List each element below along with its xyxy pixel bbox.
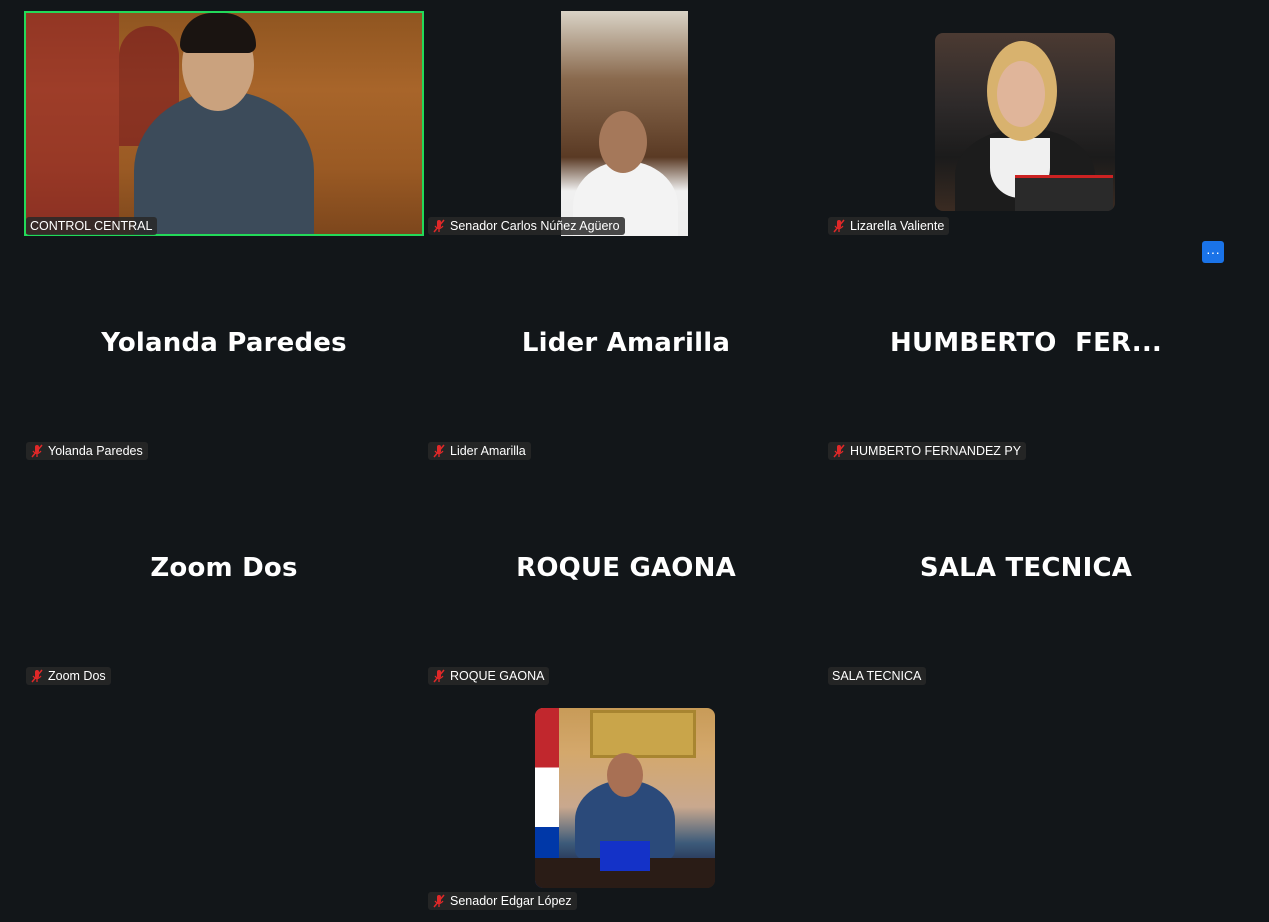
participant-name-label: Lizarella Valiente [828, 217, 950, 235]
muted-microphone-icon [433, 669, 445, 683]
muted-microphone-icon [833, 219, 845, 233]
participant-video [24, 11, 424, 236]
participant-display-name: Lider Amarilla [521, 328, 731, 358]
participant-name-label: Yolanda Paredes [26, 442, 148, 460]
participant-name-label: SALA TECNICA [828, 667, 927, 685]
participant-video [935, 33, 1115, 211]
participant-name-label: CONTROL CENTRAL [26, 217, 158, 235]
video-tile-edgar-lopez[interactable]: Senador Edgar López [426, 686, 826, 911]
video-tile-yolanda-paredes[interactable]: Yolanda Paredes Yolanda Paredes [24, 236, 424, 461]
participant-video [561, 11, 688, 236]
participant-video [535, 708, 715, 888]
participant-display-name: ROQUE GAONA [516, 553, 736, 583]
desk-nameplate [1015, 175, 1113, 211]
video-tile-sala-tecnica[interactable]: SALA TECNICA SALA TECNICA [826, 461, 1226, 686]
video-tile-zoom-dos[interactable]: Zoom Dos Zoom Dos [24, 461, 424, 686]
participant-figure [134, 91, 314, 236]
muted-microphone-icon [31, 669, 43, 683]
muted-microphone-icon [433, 444, 445, 458]
video-tile-humberto-fernandez[interactable]: HUMBERTO FER... HUMBERTO FERNANDEZ PY [826, 236, 1226, 461]
muted-microphone-icon [433, 219, 445, 233]
participant-display-name: Yolanda Paredes [101, 328, 347, 358]
participant-hair [180, 13, 256, 53]
participant-head [607, 753, 643, 797]
participant-name-label: Senador Carlos Núñez Agüero [428, 217, 625, 235]
participant-head [997, 61, 1045, 127]
framed-painting [590, 710, 696, 758]
muted-microphone-icon [433, 894, 445, 908]
desk-nameplate [600, 841, 650, 871]
video-tile-lizarella-valiente[interactable]: Lizarella Valiente [826, 11, 1226, 236]
chair-backdrop [24, 11, 119, 236]
video-tile-carlos-nunez[interactable]: Senador Carlos Núñez Agüero [426, 11, 826, 236]
video-tile-roque-gaona[interactable]: ROQUE GAONA ROQUE GAONA [426, 461, 826, 686]
participant-name-label: Lider Amarilla [428, 442, 531, 460]
participant-display-name: HUMBERTO FER... [890, 328, 1162, 358]
muted-microphone-icon [31, 444, 43, 458]
muted-microphone-icon [833, 444, 845, 458]
participant-name-label: Zoom Dos [26, 667, 111, 685]
participant-name-label: HUMBERTO FERNANDEZ PY [828, 442, 1027, 460]
video-tile-control-central[interactable]: CONTROL CENTRAL [24, 11, 424, 236]
participant-name-label: ROQUE GAONA [428, 667, 550, 685]
participant-display-name: SALA TECNICA [919, 553, 1133, 583]
participant-head [599, 111, 647, 173]
participant-name-label: Senador Edgar López [428, 892, 577, 910]
video-tile-lider-amarilla[interactable]: Lider Amarilla Lider Amarilla [426, 236, 826, 461]
participant-display-name: Zoom Dos [150, 553, 298, 583]
